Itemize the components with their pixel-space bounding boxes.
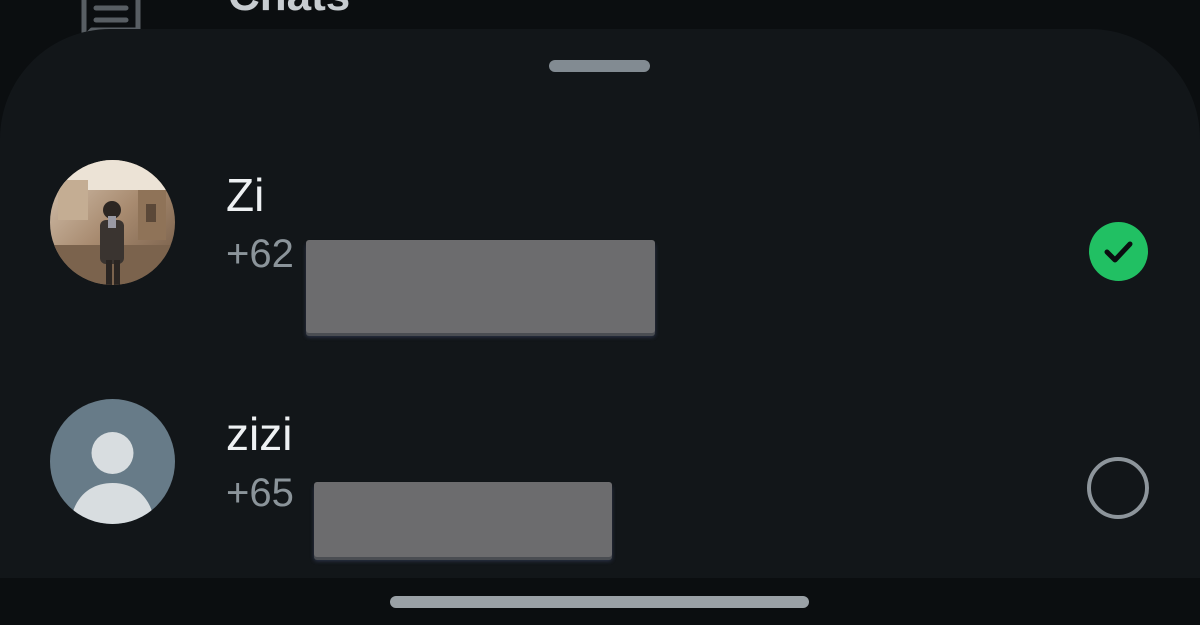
contact-row-zi[interactable]: Zi +62 xyxy=(0,133,1200,333)
default-person-avatar xyxy=(50,399,175,524)
contact-phone: +65 xyxy=(226,471,294,515)
sheet-drag-handle[interactable] xyxy=(549,60,650,72)
home-indicator[interactable] xyxy=(390,596,809,608)
contact-picker-sheet: Zi +62 zizi +65 xyxy=(0,29,1200,578)
contact-name: Zi xyxy=(226,169,265,221)
contact-name: zizi xyxy=(226,408,293,460)
empty-radio-circle-icon[interactable] xyxy=(1087,457,1149,519)
redacted-phone-overlay xyxy=(306,240,655,333)
photo-avatar xyxy=(50,160,175,285)
system-nav-bar xyxy=(0,578,1200,625)
redacted-phone-overlay xyxy=(314,482,612,557)
checkmark-circle-icon[interactable] xyxy=(1089,222,1148,281)
background-title: Chats xyxy=(228,0,350,18)
contact-row-zizi[interactable]: zizi +65 xyxy=(0,372,1200,572)
contact-phone: +62 xyxy=(226,232,294,276)
